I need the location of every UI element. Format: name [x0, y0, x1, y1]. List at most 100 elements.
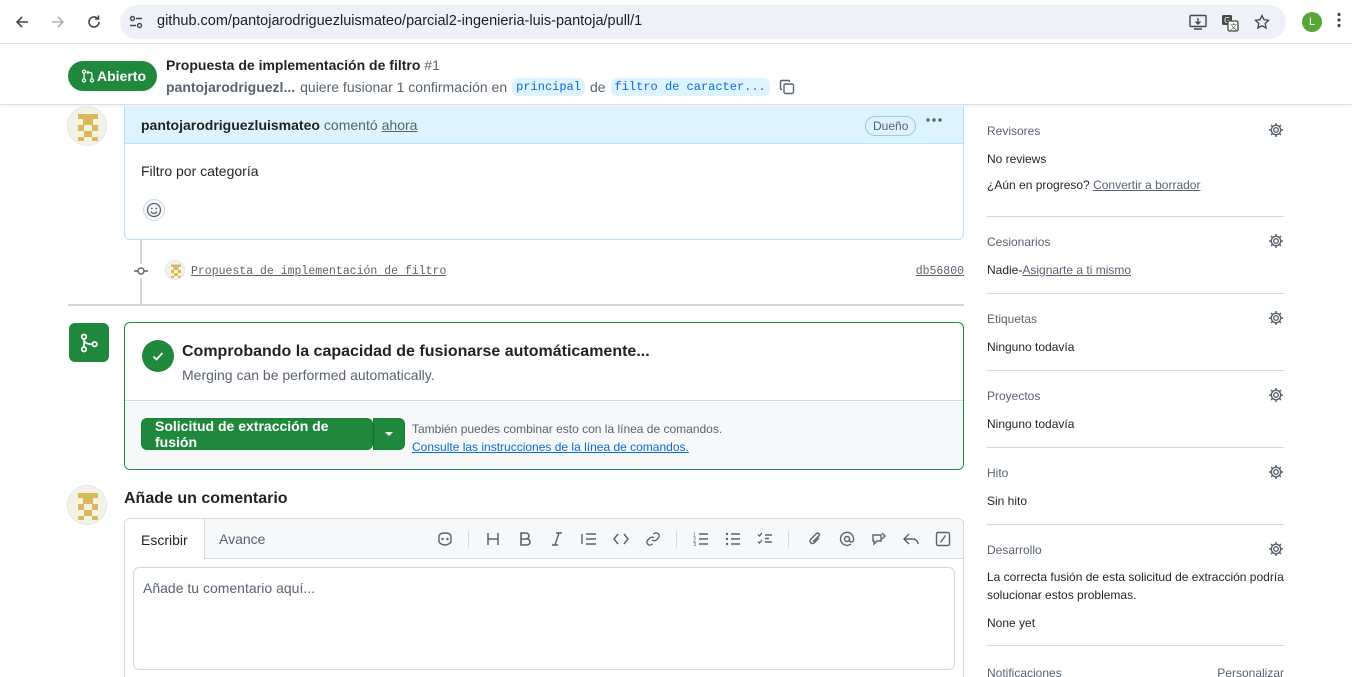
- gear-icon[interactable]: [1268, 310, 1284, 326]
- url-text: github.com/pantojarodriguezluismateo/par…: [157, 13, 643, 29]
- gear-icon[interactable]: [1268, 541, 1284, 557]
- development-line2: solucionar estos problemas.: [987, 588, 1137, 602]
- sidebar-divider: [987, 645, 1284, 646]
- address-bar[interactable]: github.com/pantojarodriguezluismateo/par…: [120, 5, 1286, 39]
- smiley-icon: [146, 202, 162, 218]
- assign-yourself-link[interactable]: Asignarte a ti mismo: [1022, 263, 1131, 277]
- sidebar-milestone-title: Hito: [987, 466, 1009, 480]
- browser-toolbar: github.com/pantojarodriguezluismateo/par…: [0, 0, 1352, 44]
- toolbar-divider: [676, 531, 677, 547]
- arrow-left-icon: [15, 16, 28, 28]
- add-reaction-button[interactable]: [143, 199, 165, 221]
- sidebar-divider: [987, 370, 1284, 371]
- customize-notifications-link[interactable]: Personalizar: [1217, 666, 1284, 677]
- pull-request-icon: [81, 69, 95, 83]
- comment-author[interactable]: pantojarodriguezluismateo: [141, 117, 320, 133]
- italic-icon[interactable]: [548, 530, 566, 548]
- bookmark-star-icon[interactable]: [1254, 14, 1270, 30]
- pr-title-text: Propuesta de implementación de filtro: [166, 57, 421, 73]
- owner-badge: Dueño: [865, 116, 917, 136]
- pr-state-badge: Abierto: [68, 61, 157, 91]
- mention-icon[interactable]: [838, 530, 856, 548]
- projects-value: Ninguno todavía: [987, 417, 1075, 431]
- comment-textarea[interactable]: Añade tu comentario aquí...: [133, 567, 955, 670]
- merge-actions: Solicitud de extracción de fusión Tambié…: [125, 402, 963, 469]
- assignees-none: Nadie-: [987, 263, 1023, 277]
- browser-menu-icon[interactable]: [1337, 12, 1341, 28]
- gear-icon[interactable]: [1268, 387, 1284, 403]
- comment-timestamp[interactable]: ahora: [382, 117, 418, 133]
- copilot-icon[interactable]: [436, 530, 454, 548]
- commit-sha-link[interactable]: db56800: [916, 265, 964, 278]
- reviewers-value: No reviews: [987, 152, 1047, 166]
- quote-icon[interactable]: [580, 530, 598, 548]
- gear-icon[interactable]: [1268, 464, 1284, 480]
- reply-icon[interactable]: [902, 530, 920, 548]
- sidebar-notifications: Notificaciones Personalizar: [987, 666, 1284, 677]
- merge-status-description: Merging can be performed automatically.: [182, 367, 435, 383]
- git-merge-icon: [80, 333, 98, 352]
- commit-author-avatar[interactable]: [165, 260, 185, 280]
- back-button[interactable]: [10, 10, 34, 34]
- git-commit-icon: [133, 264, 149, 278]
- reload-icon: [88, 15, 100, 28]
- site-settings-icon[interactable]: [128, 14, 144, 30]
- task-list-icon[interactable]: [756, 530, 774, 548]
- head-branch[interactable]: filtro de caracter...: [610, 78, 770, 96]
- heading-icon[interactable]: [484, 530, 502, 548]
- sidebar-projects-title: Proyectos: [987, 389, 1041, 403]
- pr-state-label: Abierto: [97, 68, 146, 84]
- tab-preview[interactable]: Avance: [203, 519, 281, 559]
- identicon-icon: [68, 107, 106, 145]
- pr-merge-phrase: quiere fusionar 1 confirmación en: [300, 79, 508, 95]
- cross-reference-icon[interactable]: [870, 530, 888, 548]
- install-app-icon[interactable]: [1189, 14, 1207, 30]
- convert-to-draft-link[interactable]: Convertir a borrador: [1093, 178, 1200, 192]
- merge-method-dropdown[interactable]: [373, 418, 405, 450]
- command-line-hint-text: También puedes combinar esto con la líne…: [412, 422, 723, 436]
- bold-icon[interactable]: [516, 530, 534, 548]
- gear-icon[interactable]: [1268, 122, 1284, 138]
- merge-status: Comprobando la capacidad de fusionarse a…: [125, 323, 963, 401]
- comment-body: Filtro por categoría: [141, 163, 259, 179]
- translate-icon[interactable]: G文: [1221, 14, 1239, 32]
- pr-author-link[interactable]: pantojarodriguezl...: [166, 79, 295, 95]
- sidebar-divider: [987, 524, 1284, 525]
- avatar[interactable]: [67, 106, 107, 146]
- sidebar-labels-title: Etiquetas: [987, 312, 1038, 326]
- pr-number: #1: [424, 57, 440, 73]
- command-line-instructions-link[interactable]: Consulte las instrucciones de la línea d…: [412, 438, 722, 456]
- base-branch[interactable]: principal: [512, 78, 585, 96]
- sidebar-divider: [987, 447, 1284, 448]
- slash-command-icon[interactable]: [934, 530, 952, 548]
- forward-button[interactable]: [46, 10, 70, 34]
- unordered-list-icon[interactable]: [724, 530, 742, 548]
- development-value: None yet: [987, 616, 1036, 630]
- avatar[interactable]: [67, 485, 107, 525]
- milestone-value: Sin hito: [987, 494, 1028, 508]
- profile-avatar[interactable]: L: [1302, 12, 1322, 32]
- labels-value: Ninguno todavía: [987, 340, 1075, 354]
- code-icon[interactable]: [612, 530, 630, 548]
- commit-message-link[interactable]: Propuesta de implementación de filtro: [191, 265, 446, 278]
- editor-tabs: Escribir Avance 123: [125, 519, 963, 560]
- merge-box: Comprobando la capacidad de fusionarse a…: [124, 322, 964, 470]
- tab-write[interactable]: Escribir: [125, 519, 205, 560]
- sidebar-reviewers-title: Revisores: [987, 124, 1041, 138]
- pr-sticky-header: Abierto Propuesta de implementación de f…: [0, 45, 1352, 105]
- ordered-list-icon[interactable]: 123: [692, 530, 710, 548]
- gear-icon[interactable]: [1268, 233, 1284, 249]
- copy-icon[interactable]: [779, 79, 795, 95]
- merge-status-icon-box: [69, 323, 109, 362]
- identicon-icon: [68, 486, 106, 524]
- kebab-horizontal-icon[interactable]: [925, 117, 943, 123]
- pr-title[interactable]: Propuesta de implementación de filtro #1: [166, 57, 440, 73]
- link-icon[interactable]: [644, 530, 662, 548]
- arrow-right-icon: [52, 16, 65, 28]
- paperclip-icon[interactable]: [806, 530, 824, 548]
- merge-pull-request-button[interactable]: Solicitud de extracción de fusión: [141, 418, 373, 450]
- comment-verb: comentó: [323, 116, 378, 133]
- reload-button[interactable]: [82, 10, 106, 34]
- toolbar-divider: [788, 531, 789, 547]
- sidebar-assignees-title: Cesionarios: [987, 235, 1051, 249]
